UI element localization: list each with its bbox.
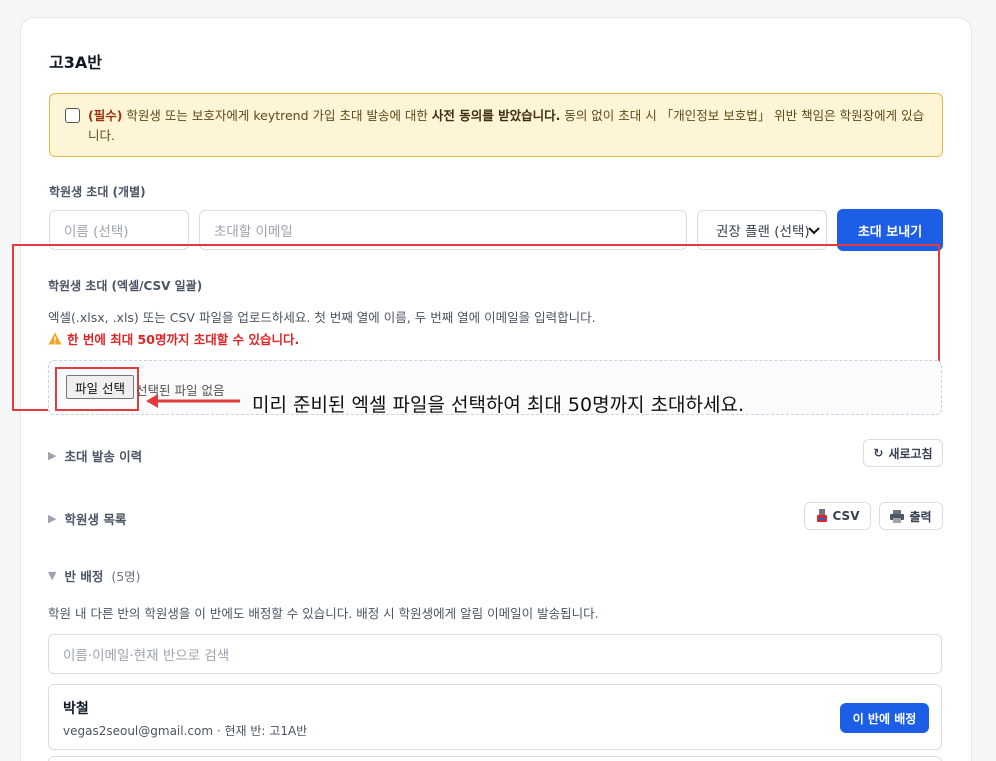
history-label: 초대 발송 이력 <box>64 449 143 464</box>
bulk-invite-label: 학원생 초대 (엑셀/CSV 일괄) <box>48 279 203 293</box>
student-email: vegas2seoul@gmail.com <box>63 724 214 738</box>
refresh-button[interactable]: ↻ 새로고침 <box>863 439 943 467</box>
student-current-class: · 현재 반: 고1A반 <box>216 724 308 738</box>
student-row: 박철 vegas2seoul@gmail.com · 현재 반: 고1A반 이 … <box>48 684 942 750</box>
student-list-label: 학원생 목록 <box>64 512 127 527</box>
student-row <box>48 756 942 761</box>
student-meta: vegas2seoul@gmail.com · 현재 반: 고1A반 <box>63 722 307 739</box>
consent-checkbox[interactable] <box>65 108 80 123</box>
csv-label: CSV <box>832 509 860 523</box>
class-assign-description: 학원 내 다른 반의 학원생을 이 반에도 배정할 수 있습니다. 배정 시 학… <box>48 606 599 621</box>
arrow-left-icon <box>146 394 240 408</box>
warning-text: 한 번에 최대 50명까지 초대할 수 있습니다. <box>67 332 300 347</box>
bulk-invite-description: 엑셀(.xlsx, .xls) 또는 CSV 파일을 업로드하세요. 첫 번째 … <box>48 310 596 325</box>
consent-banner: (필수) 학원생 또는 보호자에게 keytrend 가입 초대 발송에 대한 … <box>49 93 943 157</box>
csv-export-button[interactable]: CSV <box>804 502 871 530</box>
print-label: 출력 <box>909 509 932 524</box>
class-assign-toggle[interactable]: ▼ 반 배정 (5명) <box>48 566 141 585</box>
triangle-down-icon: ▼ <box>48 569 57 582</box>
bulk-warning: 한 번에 최대 50명까지 초대할 수 있습니다. <box>48 329 299 348</box>
refresh-icon: ↻ <box>873 446 884 460</box>
student-search-input[interactable]: 이름·이메일·현재 반으로 검색 <box>48 634 942 674</box>
student-name: 박철 <box>63 701 89 717</box>
consent-bold-text: 사전 동의를 받았습니다. <box>431 108 561 123</box>
print-button[interactable]: 출력 <box>879 502 943 530</box>
student-list-toggle[interactable]: ▶ 학원생 목록 <box>48 509 126 528</box>
history-toggle[interactable]: ▶ 초대 발송 이력 <box>48 446 142 465</box>
class-assign-label: 반 배정 <box>64 569 104 584</box>
warning-icon <box>48 332 62 345</box>
individual-invite-label: 학원생 초대 (개별) <box>49 185 146 199</box>
triangle-right-icon: ▶ <box>48 449 57 462</box>
annotation-text: 미리 준비된 엑셀 파일을 선택하여 최대 50명까지 초대하세요. <box>252 394 745 416</box>
refresh-label: 새로고침 <box>888 446 933 461</box>
consent-text: 학원생 또는 보호자에게 keytrend 가입 초대 발송에 대한 <box>122 108 432 123</box>
file-select-button[interactable]: 파일 선택 <box>66 375 134 399</box>
class-assign-count: (5명) <box>111 569 141 584</box>
printer-icon <box>890 509 905 523</box>
spreadsheet-icon <box>816 509 827 522</box>
page-title: 고3A반 <box>49 53 102 72</box>
chevron-down-icon <box>808 227 820 235</box>
plan-select-value: 권장 플랜 (선택) <box>716 224 810 240</box>
assign-to-class-button[interactable]: 이 반에 배정 <box>840 703 929 733</box>
triangle-right-icon: ▶ <box>48 512 57 525</box>
consent-required-label: (필수) <box>88 108 123 123</box>
